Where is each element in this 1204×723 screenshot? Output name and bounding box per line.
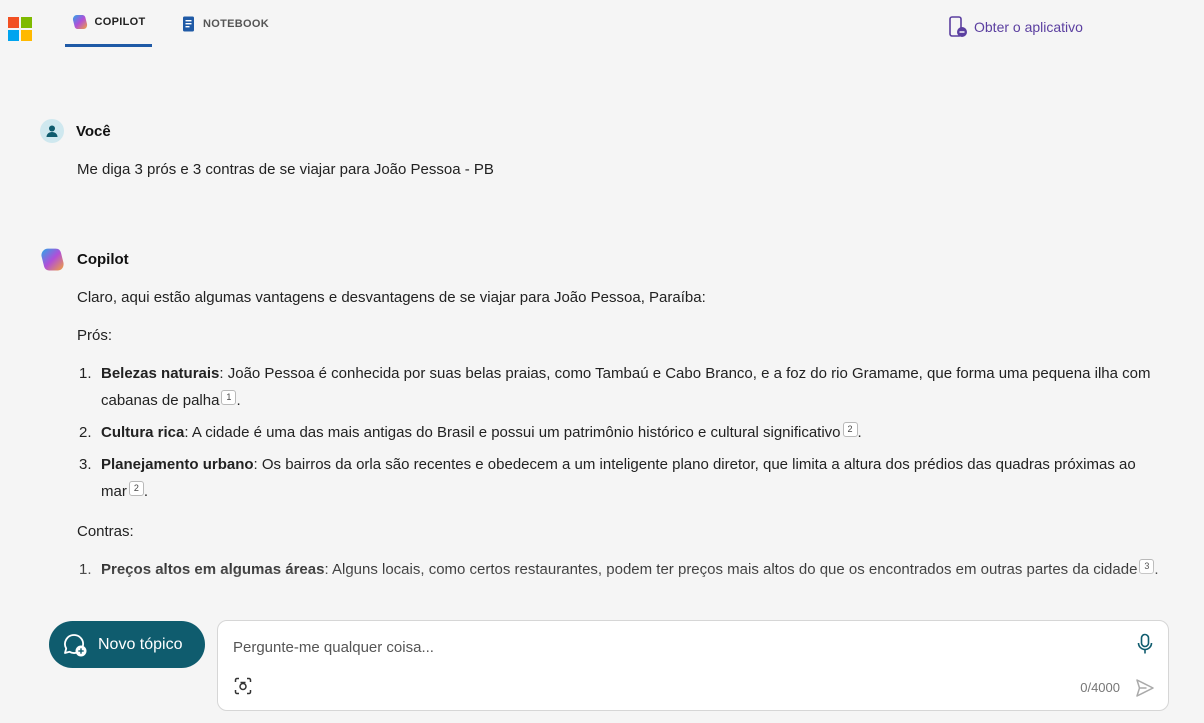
list-item-number: 2. bbox=[79, 424, 92, 441]
send-icon[interactable] bbox=[1134, 677, 1156, 699]
list-item-end: . bbox=[857, 424, 862, 441]
character-counter: 0/4000 bbox=[1080, 680, 1120, 695]
new-topic-button[interactable]: Novo tópico bbox=[49, 621, 205, 668]
new-topic-label: Novo tópico bbox=[98, 635, 183, 653]
list-item-text: : A cidade é uma das mais antigas do Bra… bbox=[184, 424, 841, 441]
user-message-header: Você bbox=[40, 119, 111, 143]
citation-link[interactable]: 3 bbox=[1139, 559, 1155, 574]
mobile-app-icon bbox=[949, 16, 967, 37]
copilot-avatar-icon bbox=[41, 248, 64, 271]
copilot-icon bbox=[72, 15, 87, 29]
list-item-text: : Os bairros da orla são recentes e obed… bbox=[101, 456, 1136, 500]
chat-input-box: 0/4000 bbox=[217, 620, 1169, 711]
tab-copilot-label: COPILOT bbox=[94, 16, 146, 28]
cons-heading: Contras: bbox=[77, 523, 134, 540]
user-message-text: Me diga 3 prós e 3 contras de se viajar … bbox=[77, 161, 494, 178]
citation-link[interactable]: 2 bbox=[842, 422, 858, 437]
list-item-title: Cultura rica bbox=[101, 424, 185, 441]
new-chat-icon bbox=[64, 633, 87, 656]
tab-notebook[interactable]: NOTEBOOK bbox=[182, 0, 269, 47]
tab-copilot[interactable]: COPILOT bbox=[65, 0, 152, 47]
list-item-text: : Alguns locais, como certos restaurante… bbox=[324, 561, 1138, 578]
cons-list: 1. Preços altos em algumas áreas: Alguns … bbox=[79, 556, 1161, 588]
list-item-title: Planejamento urbano bbox=[101, 456, 254, 473]
chat-input[interactable] bbox=[233, 635, 1113, 659]
list-item-text: : João Pessoa é conhecida por suas belas… bbox=[101, 365, 1151, 409]
list-item-end: . bbox=[1154, 561, 1159, 578]
microsoft-logo-icon[interactable] bbox=[8, 17, 32, 41]
list-item: 1. Preços altos em algumas áreas: Alguns … bbox=[79, 556, 1161, 583]
pros-list: 1. Belezas naturais: João Pessoa é conhec… bbox=[79, 360, 1161, 510]
visual-search-icon[interactable] bbox=[234, 677, 252, 695]
list-item: 2. Cultura rica: A cidade é uma das mais … bbox=[79, 419, 1161, 446]
pros-heading: Prós: bbox=[77, 327, 113, 344]
get-app-label: Obter o aplicativo bbox=[974, 19, 1083, 35]
list-item-title: Belezas naturais bbox=[101, 365, 220, 382]
tab-notebook-label: NOTEBOOK bbox=[203, 17, 269, 30]
citation-link[interactable]: 2 bbox=[128, 481, 144, 496]
list-item-number: 3. bbox=[79, 456, 92, 473]
citation-link[interactable]: 1 bbox=[221, 390, 237, 405]
notebook-icon bbox=[183, 16, 194, 31]
list-item-end: . bbox=[236, 392, 241, 409]
get-app-link[interactable]: Obter o aplicativo bbox=[948, 16, 1083, 38]
user-avatar-icon bbox=[40, 119, 64, 143]
microphone-icon[interactable] bbox=[1136, 633, 1154, 655]
list-item: 1. Belezas naturais: João Pessoa é conhec… bbox=[79, 360, 1161, 414]
top-bar: COPILOT NOTEBOOK Obter o aplicativo bbox=[0, 0, 1204, 52]
list-item: 3. Planejamento urbano: Os bairros da orl… bbox=[79, 451, 1161, 505]
user-author-name: Você bbox=[76, 122, 111, 140]
list-item-end: . bbox=[143, 483, 149, 500]
copilot-message-header: Copilot bbox=[40, 247, 129, 272]
list-item-number: 1. bbox=[79, 561, 92, 578]
copilot-author-name: Copilot bbox=[77, 251, 129, 268]
copilot-intro-text: Claro, aqui estão algumas vantagens e de… bbox=[77, 289, 706, 306]
list-item-title: Preços altos em algumas áreas bbox=[101, 561, 325, 578]
list-item-number: 1. bbox=[79, 365, 92, 382]
